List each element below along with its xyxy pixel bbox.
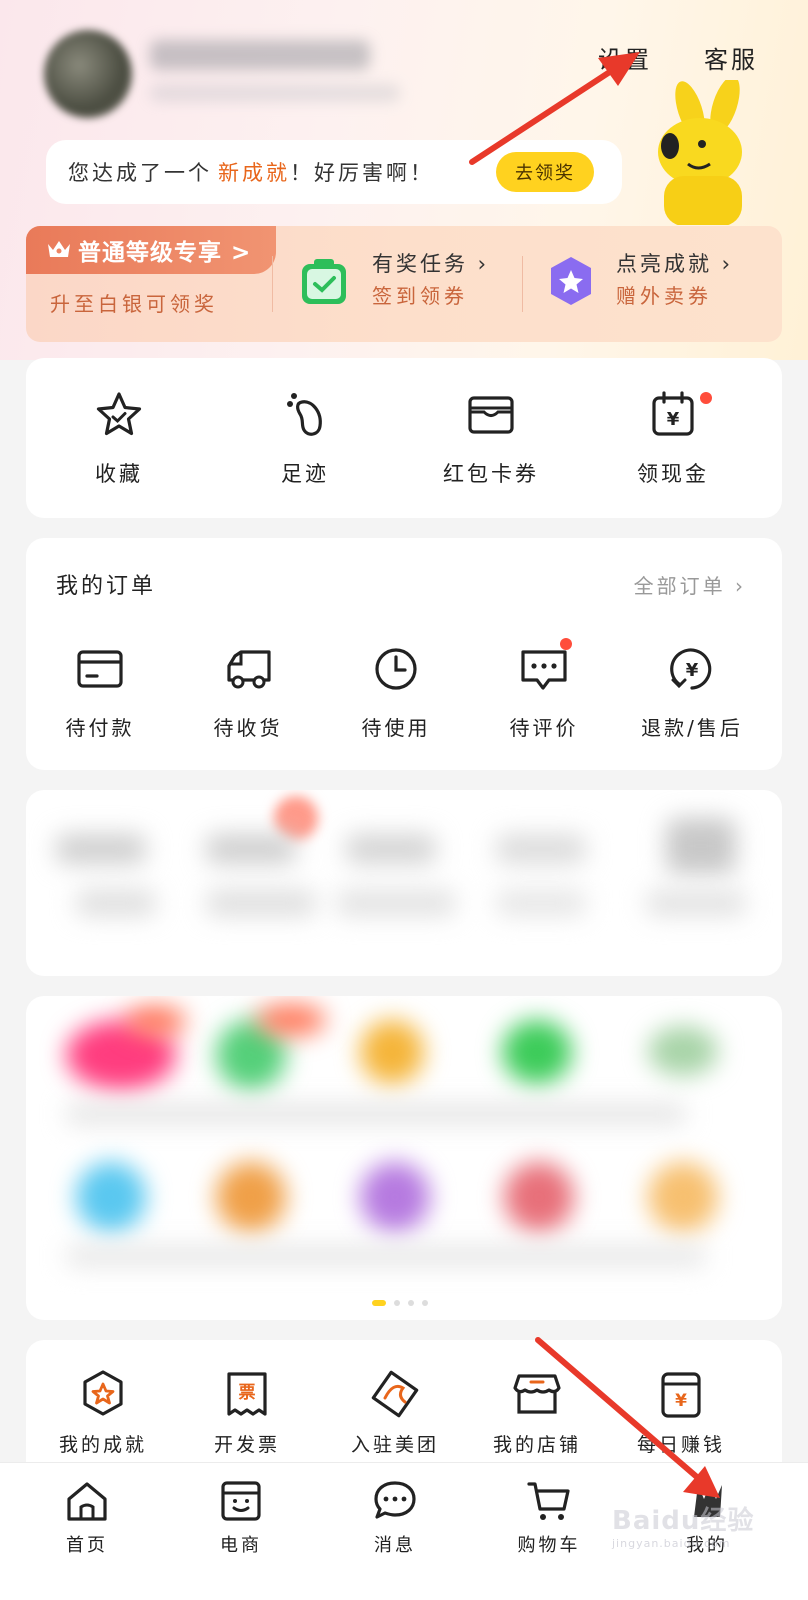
arrow-to-settings — [469, 52, 640, 165]
baidu-watermark: Baidu经验 jingyan.baidu.com — [612, 1500, 754, 1550]
watermark-brand: Baidu经验 — [612, 1506, 755, 1536]
watermark-url: jingyan.baidu.com — [612, 1537, 731, 1550]
arrow-to-profile-tab — [535, 1337, 720, 1498]
annotation-arrows — [469, 52, 720, 1498]
